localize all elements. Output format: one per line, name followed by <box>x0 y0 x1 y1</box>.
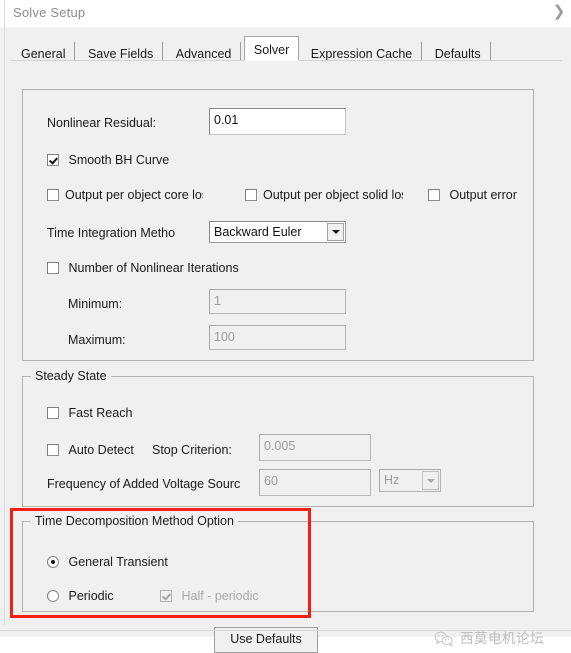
time-integration-method-label: Time Integration Metho <box>47 226 176 240</box>
radio-periodic[interactable]: Periodic <box>47 588 114 604</box>
chevron-down-icon[interactable] <box>422 471 439 490</box>
tab-strip: General Save Fields Advanced Solver Expr… <box>11 36 491 61</box>
tab-expression-cache[interactable]: Expression Cache <box>301 42 423 61</box>
nonlinear-iterations-checkbox[interactable]: Number of Nonlinear Iterations <box>47 260 239 276</box>
frequency-added-voltage-label: Frequency of Added Voltage Sourc <box>47 477 241 491</box>
output-solid-loss-checkbox[interactable]: Output per object solid loss <box>245 187 403 203</box>
minimum-input[interactable]: 1 <box>209 289 346 314</box>
stop-criterion-label: Stop Criterion: <box>152 443 232 457</box>
checkbox-box-smooth-bh[interactable] <box>47 154 59 166</box>
watermark-text: 西莫电机论坛 <box>460 631 544 647</box>
dialog-bottom-divider <box>0 630 571 631</box>
maximum-label: Maximum: <box>68 333 126 347</box>
time-decomposition-legend: Time Decomposition Method Option <box>31 514 238 528</box>
half-periodic-label: Half - periodic <box>181 589 259 603</box>
tab-advanced[interactable]: Advanced <box>166 42 242 61</box>
checkbox-box-nonlinear-iterations[interactable] <box>47 262 59 274</box>
half-periodic-checkbox[interactable]: Half - periodic <box>160 588 259 604</box>
nonlinear-iterations-label: Number of Nonlinear Iterations <box>68 261 239 275</box>
frequency-added-voltage-input[interactable]: 60 <box>259 469 371 496</box>
auto-detect-checkbox[interactable]: Auto Detect <box>47 442 134 458</box>
time-integration-method-value: Backward Euler <box>214 225 302 239</box>
minimum-label: Minimum: <box>68 297 123 311</box>
title-bar-left-divider <box>4 0 5 27</box>
time-integration-method-combo[interactable]: Backward Euler <box>209 221 346 243</box>
chevron-down-icon[interactable] <box>327 223 344 241</box>
window-title-bar: Solve Setup ❯ <box>0 0 571 28</box>
dialog-left-divider <box>4 27 5 625</box>
steady-state-legend: Steady State <box>31 369 111 383</box>
maximum-input[interactable]: 100 <box>209 325 346 350</box>
fast-reach-label: Fast Reach <box>68 406 133 420</box>
radio-circle-general-transient[interactable] <box>47 556 59 568</box>
frequency-unit-value: Hz <box>384 473 400 487</box>
periodic-label: Periodic <box>68 589 114 603</box>
frequency-unit-combo[interactable]: Hz <box>379 469 441 492</box>
general-transient-label: General Transient <box>68 555 168 569</box>
chevron-right-icon[interactable]: ❯ <box>551 3 567 21</box>
radio-general-transient[interactable]: General Transient <box>47 554 168 570</box>
radio-circle-periodic[interactable] <box>47 590 59 602</box>
nonlinear-residual-label: Nonlinear Residual: <box>47 116 157 130</box>
checkbox-box-half-periodic[interactable] <box>160 590 172 602</box>
output-error-label: Output error <box>449 188 517 202</box>
forum-watermark: 西莫电机论坛 <box>434 628 564 650</box>
tab-save-fields[interactable]: Save Fields <box>78 42 164 61</box>
tab-solver[interactable]: Solver <box>243 36 300 61</box>
output-solid-loss-label: Output per object solid loss <box>263 188 403 202</box>
output-core-loss-checkbox[interactable]: Output per object core loss <box>47 187 203 203</box>
checkbox-box-output-error[interactable] <box>428 189 440 201</box>
output-solid-loss-label-clip: Output per object solid loss <box>263 187 403 203</box>
output-error-checkbox[interactable]: Output error <box>428 187 517 203</box>
tab-general[interactable]: General <box>11 42 76 61</box>
nonlinear-residual-input[interactable]: 0.01 <box>209 108 346 135</box>
smooth-bh-curve-label: Smooth BH Curve <box>68 153 170 167</box>
smooth-bh-curve-checkbox[interactable]: Smooth BH Curve <box>47 152 169 168</box>
output-core-loss-label: Output per object core loss <box>65 188 203 202</box>
tab-defaults[interactable]: Defaults <box>425 42 491 61</box>
output-core-loss-label-clip: Output per object core loss <box>65 187 203 203</box>
fast-reach-checkbox[interactable]: Fast Reach <box>47 405 132 421</box>
checkbox-box-core-loss[interactable] <box>47 189 59 201</box>
stop-criterion-input[interactable]: 0.005 <box>259 434 371 461</box>
checkbox-box-solid-loss[interactable] <box>245 189 257 201</box>
checkbox-box-auto-detect[interactable] <box>47 444 59 456</box>
solve-setup-dialog: General Save Fields Advanced Solver Expr… <box>0 27 571 653</box>
window-title: Solve Setup <box>13 5 86 20</box>
checkbox-box-fast-reach[interactable] <box>47 407 59 419</box>
auto-detect-label: Auto Detect <box>68 443 134 457</box>
wechat-icon <box>434 631 453 647</box>
